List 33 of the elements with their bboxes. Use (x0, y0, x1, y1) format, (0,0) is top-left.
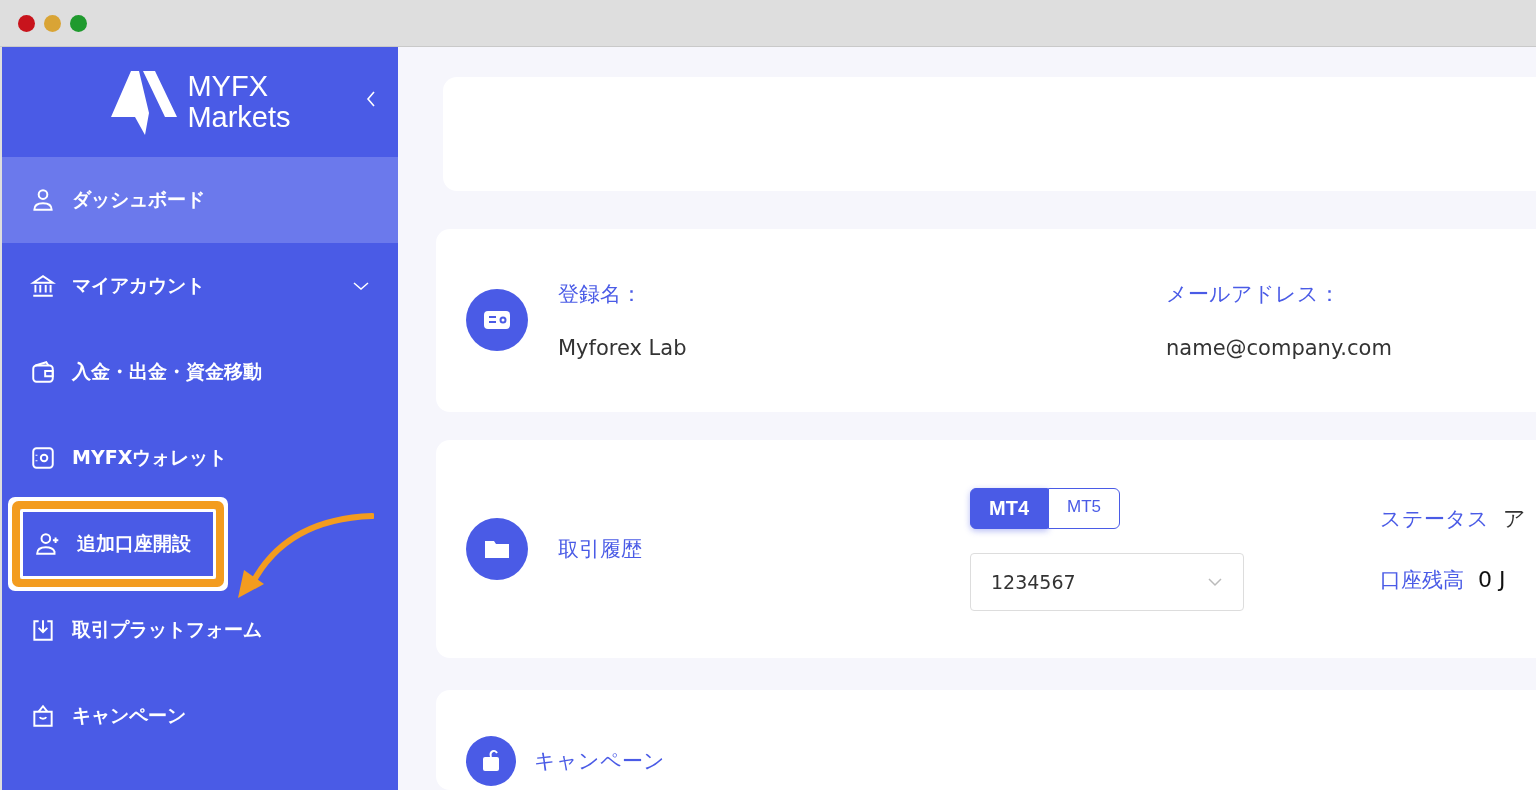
shopping-bag-icon (30, 703, 56, 729)
maximize-window-button[interactable] (70, 14, 87, 32)
sidebar-item[interactable]: 入金・出金・資金移動 (2, 329, 398, 415)
sidebar-item[interactable]: MYFXウォレット (2, 415, 398, 501)
brand-name: MYFX (187, 71, 269, 102)
sidebar-item[interactable]: マイアカウント (2, 243, 398, 329)
person-icon (30, 187, 56, 213)
account-dropdown[interactable]: 1234567 (970, 552, 1244, 611)
field-label: 口座残高 (1380, 567, 1464, 595)
field-value: 0 J (1478, 567, 1506, 593)
section-title: 取引履歴 (558, 536, 643, 564)
chevron-down-icon (352, 280, 370, 292)
sidebar-item[interactable]: 取引プラットフォーム (2, 587, 398, 673)
field-value: ア (1503, 505, 1526, 534)
close-window-button[interactable] (18, 14, 35, 32)
sidebar-item[interactable]: キャンペーン (2, 673, 398, 759)
field-label: ステータス (1380, 506, 1489, 534)
field-value: name@company.com (1166, 336, 1392, 361)
platform-tab[interactable]: MT4 (970, 487, 1048, 529)
field-value: Myforex Lab (558, 336, 688, 361)
field-label: 登録名： (558, 281, 643, 309)
person-add-icon (35, 531, 61, 557)
chevron-down-icon (1207, 576, 1223, 587)
sidebar-item[interactable]: ダッシュボード (2, 157, 398, 243)
collapse-icon[interactable] (364, 89, 378, 109)
brand-name: Markets (187, 102, 291, 133)
section-title: キャンペーン (534, 748, 665, 775)
download-icon (30, 617, 56, 643)
wallet-icon (30, 359, 56, 385)
bank-icon (30, 273, 56, 299)
field-label: メールアドレス： (1166, 281, 1341, 309)
platform-tab[interactable]: MT5 (1048, 487, 1120, 529)
safe-icon (30, 445, 56, 471)
